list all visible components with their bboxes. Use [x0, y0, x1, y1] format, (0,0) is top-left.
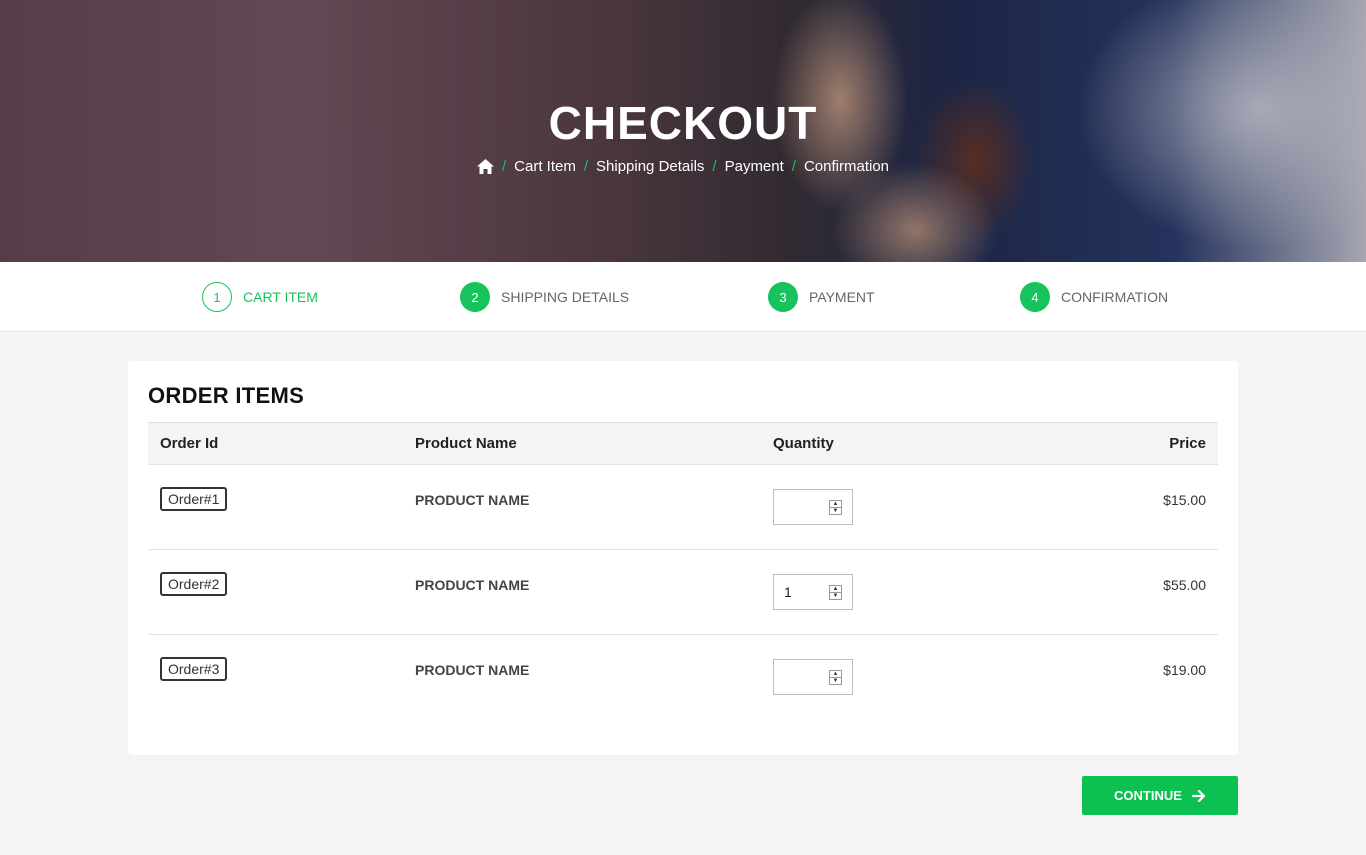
breadcrumb-separator: / — [583, 158, 589, 175]
table-header-row: Order Id Product Name Quantity Price — [148, 422, 1218, 465]
breadcrumb-confirmation[interactable]: Confirmation — [804, 158, 889, 175]
step-payment[interactable]: 3 PAYMENT — [768, 282, 875, 312]
spinner-icon[interactable]: ▲ ▼ — [829, 669, 842, 685]
step-shipping-details[interactable]: 2 SHIPPING DETAILS — [460, 282, 629, 312]
step-label: CONFIRMATION — [1061, 289, 1169, 305]
order-id-badge: Order#1 — [160, 487, 228, 511]
table-row: Order#3 PRODUCT NAME ▲ ▼ $19.00 — [148, 635, 1218, 720]
order-id-badge: Order#2 — [160, 572, 228, 596]
step-cart-item[interactable]: 1 CART ITEM — [202, 282, 318, 312]
step-number: 3 — [768, 282, 798, 312]
home-icon[interactable] — [476, 159, 494, 174]
step-confirmation[interactable]: 4 CONFIRMATION — [1020, 282, 1168, 312]
continue-button[interactable]: CONTINUE — [1082, 776, 1238, 815]
quantity-stepper[interactable]: ▲ ▼ — [773, 489, 853, 525]
order-items-card: ORDER ITEMS Order Id Product Name Quanti… — [128, 361, 1238, 755]
price-value: $55.00 — [1163, 577, 1206, 593]
order-id-badge: Order#3 — [160, 657, 228, 681]
hero-banner: CHECKOUT / Cart Item / Shipping Details … — [0, 0, 1366, 262]
step-number: 2 — [460, 282, 490, 312]
section-title: ORDER ITEMS — [148, 383, 305, 408]
page-title: CHECKOUT — [548, 97, 818, 149]
breadcrumb-shipping-details[interactable]: Shipping Details — [596, 158, 704, 175]
breadcrumb: / Cart Item / Shipping Details / Payment… — [0, 158, 1366, 175]
breadcrumb-separator: / — [791, 158, 796, 175]
column-header-order-id: Order Id — [160, 435, 219, 452]
checkout-steps: 1 CART ITEM 2 SHIPPING DETAILS 3 PAYMENT… — [0, 262, 1366, 332]
step-label: PAYMENT — [809, 289, 875, 305]
column-header-product-name: Product Name — [415, 435, 517, 452]
price-value: $15.00 — [1163, 492, 1206, 508]
breadcrumb-payment[interactable]: Payment — [725, 158, 784, 175]
arrow-right-icon — [1191, 789, 1206, 802]
product-name: PRODUCT NAME — [415, 492, 530, 508]
breadcrumb-separator: / — [501, 158, 507, 175]
quantity-value: 1 — [784, 584, 792, 600]
column-header-quantity: Quantity — [773, 435, 834, 452]
product-name: PRODUCT NAME — [415, 662, 530, 678]
quantity-stepper[interactable]: ▲ ▼ — [773, 659, 853, 695]
table-row: Order#1 PRODUCT NAME ▲ ▼ $15.00 — [148, 465, 1218, 550]
step-label: SHIPPING DETAILS — [501, 289, 630, 305]
step-number: 1 — [202, 282, 232, 312]
breadcrumb-separator: / — [712, 158, 717, 175]
spinner-icon[interactable]: ▲ ▼ — [829, 499, 842, 515]
order-table: Order Id Product Name Quantity Price Ord… — [148, 422, 1218, 720]
continue-label: CONTINUE — [1114, 788, 1182, 803]
step-label: CART ITEM — [243, 289, 318, 305]
table-row: Order#2 PRODUCT NAME 1 ▲ ▼ $55.00 — [148, 550, 1218, 635]
column-header-price: Price — [1169, 435, 1206, 452]
price-value: $19.00 — [1163, 662, 1206, 678]
product-name: PRODUCT NAME — [415, 577, 530, 593]
breadcrumb-cart-item[interactable]: Cart Item — [514, 158, 576, 175]
quantity-stepper[interactable]: 1 ▲ ▼ — [773, 574, 853, 610]
step-number: 4 — [1020, 282, 1050, 312]
spinner-icon[interactable]: ▲ ▼ — [829, 584, 842, 600]
